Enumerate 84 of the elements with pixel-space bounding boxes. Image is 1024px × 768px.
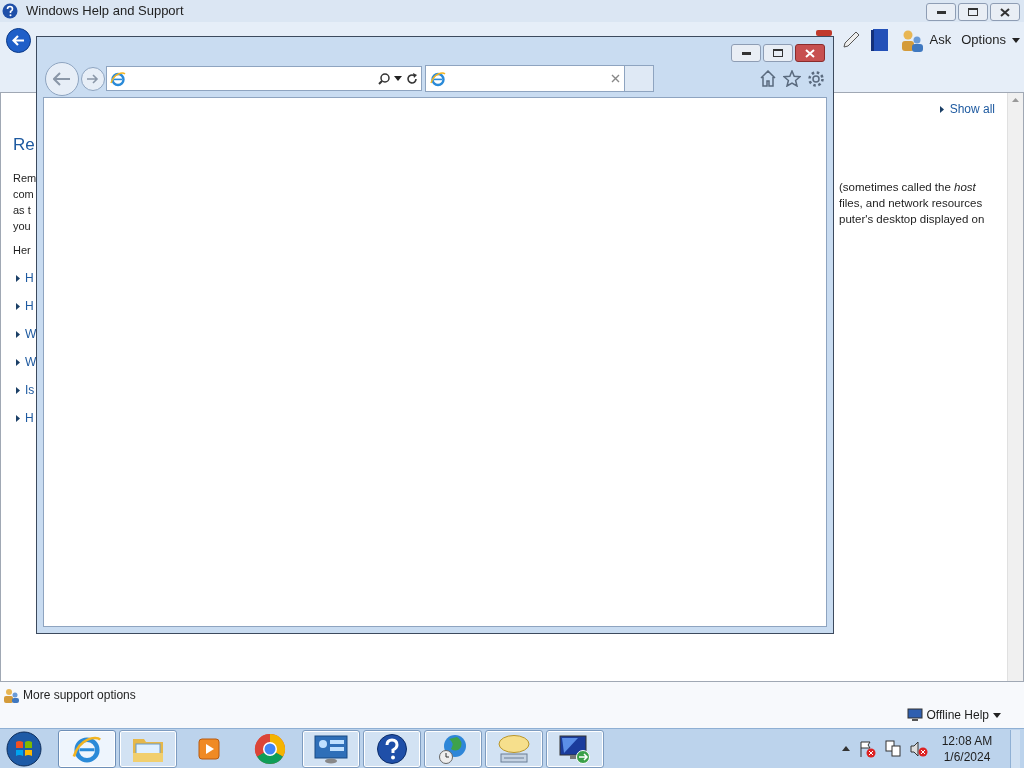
minimize-button[interactable] (926, 3, 956, 21)
clock-date: 1/6/2024 (943, 748, 991, 765)
browser-tab[interactable] (425, 65, 625, 92)
search-icon (378, 72, 390, 85)
close-icon (805, 48, 815, 58)
maximize-button[interactable] (763, 44, 793, 62)
start-orb-icon (6, 730, 42, 767)
taskbar-app[interactable] (546, 729, 604, 768)
more-support-button[interactable]: More support options (3, 686, 136, 704)
maximize-icon (773, 49, 783, 57)
caret-icon (993, 712, 1001, 718)
paragraph-text: files, and network resources (839, 196, 984, 211)
taskbar-app[interactable] (363, 729, 421, 768)
media-player-icon (196, 735, 222, 762)
home-icon[interactable] (759, 70, 777, 87)
vertical-scrollbar[interactable] (1007, 93, 1023, 681)
caret-icon (1012, 37, 1020, 43)
topic-heading: Re (13, 135, 36, 155)
intro-text: Her (13, 243, 32, 258)
back-arrow-icon (53, 71, 71, 86)
topic-link[interactable]: H (25, 270, 34, 286)
close-icon (1000, 7, 1010, 17)
back-button[interactable] (6, 28, 31, 53)
paragraph-text: puter's desktop displayed on (839, 212, 986, 227)
people-icon (899, 28, 924, 52)
muted-speaker-icon[interactable] (910, 739, 928, 758)
keyboard-chat-icon (497, 733, 531, 764)
expand-arrow-icon (16, 414, 20, 422)
show-all-link[interactable]: Show all (949, 101, 995, 117)
show-hidden-icons[interactable] (842, 746, 850, 751)
scroll-up-icon (1012, 98, 1019, 102)
address-bar[interactable] (106, 66, 422, 91)
settings-icon[interactable] (807, 69, 825, 88)
dropdown-caret-icon (394, 76, 402, 81)
back-arrow-icon (12, 35, 25, 46)
ask-button[interactable]: Ask (899, 28, 952, 52)
tab-logo-icon (430, 70, 446, 87)
topic-link[interactable]: W (25, 326, 37, 342)
maximize-icon (968, 8, 978, 16)
help-logo-icon (2, 3, 18, 19)
minimize-button[interactable] (731, 44, 761, 62)
remote-desktop-icon (558, 732, 592, 765)
topic-link[interactable]: H (25, 410, 34, 426)
options-button[interactable]: Options (961, 30, 1020, 50)
book-icon[interactable] (869, 28, 890, 52)
topic-link[interactable]: W (25, 354, 37, 370)
people-icon (3, 687, 19, 703)
flag-error-icon[interactable] (858, 739, 876, 758)
paragraph-text: (sometimes called the host (839, 180, 977, 195)
computer-icon (906, 708, 923, 722)
taskbar-app[interactable] (302, 729, 360, 768)
refresh-icon (406, 72, 418, 85)
paragraph-text: Rem (13, 171, 37, 186)
close-button[interactable] (990, 3, 1020, 21)
paragraph-text: you (13, 219, 32, 234)
paragraph-text: com (13, 187, 35, 202)
clock[interactable]: 12:08 AM 1/6/2024 (936, 732, 998, 765)
help-icon (376, 732, 408, 765)
offline-help-button[interactable]: Offline Help (906, 706, 1001, 724)
star-icon[interactable] (783, 70, 801, 87)
globe-clock-icon (437, 732, 469, 765)
close-button[interactable] (795, 44, 825, 62)
maximize-button[interactable] (958, 3, 988, 21)
expand-arrow-icon (16, 358, 20, 366)
expand-arrow-icon (16, 330, 20, 338)
network-icon[interactable] (884, 739, 902, 758)
expand-arrow-icon (939, 105, 944, 113)
pen-icon[interactable] (841, 30, 860, 50)
window-title: Windows Help and Support (26, 2, 184, 21)
start-button[interactable] (4, 729, 44, 768)
close-tab-icon[interactable] (611, 74, 620, 83)
expand-arrow-icon (16, 386, 20, 394)
topic-link[interactable]: H (25, 298, 34, 314)
expand-arrow-icon (16, 274, 20, 282)
expand-arrow-icon (16, 302, 20, 310)
control-panel-icon (314, 733, 348, 764)
topic-link[interactable]: Is (25, 382, 35, 398)
minimize-icon (741, 51, 751, 55)
forward-arrow-icon (87, 73, 99, 84)
minimize-icon (936, 10, 946, 14)
round-browser-icon (254, 732, 286, 765)
browser-logo-icon (110, 70, 126, 87)
paragraph-text: as t (13, 203, 32, 218)
clock-time: 12:08 AM (941, 732, 993, 749)
